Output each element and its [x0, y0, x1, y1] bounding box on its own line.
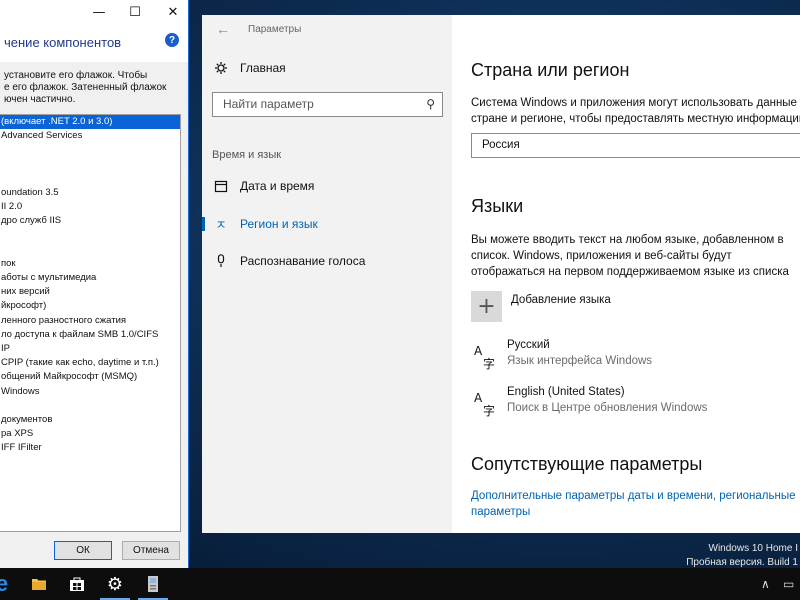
tree-item[interactable]: ло доступа к файлам SMB 1.0/CIFS	[0, 328, 180, 342]
features-tree[interactable]: (включает .NET 2.0 и 3.0) Advanced Servi…	[0, 114, 181, 532]
watermark-build: Пробная версия. Build 1	[686, 557, 798, 568]
nav-group-label: Время и язык	[212, 149, 282, 161]
dialog-description: установите его флажок. Чтобы е его флажо…	[4, 70, 184, 106]
app-title: Параметры	[248, 23, 302, 35]
country-dropdown[interactable]: Россия	[471, 133, 800, 158]
tree-item[interactable]: аботы с мультимедиа	[0, 271, 180, 285]
languages-heading: Языки	[471, 196, 524, 216]
tree-item[interactable]	[0, 172, 180, 186]
plus-icon[interactable]: +	[471, 291, 502, 322]
nav-item-speech[interactable]: Распознавание голоса	[202, 246, 452, 276]
language-icon: ㅈ	[215, 217, 227, 232]
tree-item[interactable]: II 2.0	[0, 200, 180, 214]
help-icon[interactable]: ?	[165, 33, 179, 47]
tree-item[interactable]: Windows	[0, 385, 180, 399]
close-button[interactable]: ✕	[158, 0, 188, 24]
tree-item[interactable]: йкрософт)	[0, 299, 180, 313]
nav-item-region-language[interactable]: ㅈ Регион и язык	[202, 209, 452, 239]
tree-item[interactable]: дро служб IIS	[0, 214, 180, 228]
region-description-line: стране и регионе, чтобы предоставлять ме…	[471, 113, 800, 125]
svg-text:A: A	[474, 344, 483, 358]
file-explorer-icon[interactable]	[20, 568, 58, 600]
language-status: Язык интерфейса Windows	[507, 355, 653, 367]
tree-item[interactable]: IFF IFilter	[0, 441, 180, 455]
windows-features-dialog: — ☐ ✕ чение компонентов ? установите его…	[0, 0, 189, 568]
maximize-button[interactable]: ☐	[120, 0, 150, 24]
region-description-line: Система Windows и приложения могут испол…	[471, 97, 797, 109]
tree-item[interactable]	[0, 243, 180, 257]
tree-item[interactable]: IP	[0, 342, 180, 356]
store-icon[interactable]	[58, 568, 96, 600]
description-line: установите его флажок. Чтобы	[4, 70, 148, 81]
tree-item[interactable]: CPIP (такие как echo, daytime и т.п.)	[0, 356, 180, 370]
settings-gear-icon[interactable]: ⚙	[96, 568, 134, 600]
language-name: Русский	[507, 339, 550, 351]
languages-description-line: список. Windows, приложения и веб-сайты …	[471, 250, 732, 262]
svg-text:字: 字	[483, 403, 495, 418]
back-arrow-icon[interactable]: ←	[216, 21, 236, 37]
language-item-english[interactable]: A 字 English (United States) Поиск в Цент…	[471, 386, 800, 420]
tree-item[interactable]: них версий	[0, 285, 180, 299]
tree-item[interactable]: общений Майкрософт (MSMQ)	[0, 370, 180, 384]
dialog-heading: чение компонентов	[4, 35, 122, 50]
chevron-up-icon[interactable]: ∧	[761, 577, 770, 591]
search-placeholder: Найти параметр	[223, 97, 314, 111]
dialog-titlebar: — ☐ ✕	[0, 0, 188, 24]
language-item-russian[interactable]: A 字 Русский Язык интерфейса Windows	[471, 339, 800, 373]
description-line: е его флажок. Затененный флажок	[4, 82, 167, 93]
ok-button[interactable]: ОК	[54, 541, 112, 560]
languages-description-line: отображаться на первом поддерживаемом яз…	[471, 266, 789, 278]
nav-item-label: Распознавание голоса	[240, 254, 366, 268]
languages-description-line: Вы можете вводить текст на любом языке, …	[471, 234, 784, 246]
tree-item[interactable]: (включает .NET 2.0 и 3.0)	[0, 115, 180, 130]
related-heading: Сопутствующие параметры	[471, 454, 703, 474]
tree-item[interactable]: документов	[0, 413, 180, 427]
tree-item[interactable]: пок	[0, 257, 180, 271]
network-icon[interactable]: ▭	[783, 577, 794, 591]
tree-item[interactable]: oundation 3.5	[0, 186, 180, 200]
minimize-button[interactable]: —	[84, 0, 114, 24]
tree-item[interactable]: ра XPS	[0, 427, 180, 441]
search-icon: ⚲	[426, 97, 435, 111]
language-glyph-icon: A 字	[474, 344, 495, 371]
home-icon	[202, 61, 240, 75]
tree-item[interactable]	[0, 143, 180, 157]
region-heading: Страна или регион	[471, 60, 630, 80]
cancel-button[interactable]: Отмена	[122, 541, 180, 560]
nav-home-label: Главная	[240, 61, 286, 75]
tree-item[interactable]	[0, 229, 180, 243]
tree-item[interactable]	[0, 158, 180, 172]
search-input[interactable]: Найти параметр ⚲	[212, 92, 443, 117]
related-settings-link[interactable]: параметры	[471, 504, 530, 521]
svg-text:A: A	[474, 391, 483, 405]
settings-titlebar: ← Параметры	[216, 21, 301, 37]
taskbar: e ⚙ ∧ ▭	[0, 568, 800, 600]
settings-window: ← Параметры Главная Найти параметр ⚲ Вре…	[202, 15, 800, 533]
dialog-header: чение компонентов ?	[0, 24, 188, 62]
watermark-edition: Windows 10 Home I	[708, 543, 798, 554]
language-status: Поиск в Центре обновления Windows	[507, 402, 708, 414]
add-language-label[interactable]: Добавление языка	[511, 292, 611, 309]
edge-icon[interactable]: e	[0, 568, 14, 600]
nav-home[interactable]: Главная	[202, 53, 452, 83]
calendar-icon	[202, 179, 240, 193]
microphone-icon	[202, 254, 240, 268]
tree-item[interactable]: Advanced Services	[0, 129, 180, 143]
control-panel-icon[interactable]	[134, 568, 172, 600]
tree-item[interactable]: ленного разностного сжатия	[0, 314, 180, 328]
language-name: English (United States)	[507, 386, 625, 398]
tree-item[interactable]	[0, 399, 180, 413]
nav-item-label: Дата и время	[240, 179, 315, 193]
settings-content: Страна или регион Система Windows и прил…	[471, 15, 800, 533]
svg-text:字: 字	[483, 356, 495, 371]
nav-item-date-time[interactable]: Дата и время	[202, 171, 452, 201]
nav-item-label: Регион и язык	[240, 217, 318, 231]
related-settings-link[interactable]: Дополнительные параметры даты и времени,…	[471, 488, 796, 505]
language-glyph-icon: A 字	[474, 391, 495, 418]
settings-nav-pane: ← Параметры Главная Найти параметр ⚲ Вре…	[202, 15, 452, 533]
description-line: ючен частично.	[4, 94, 76, 105]
